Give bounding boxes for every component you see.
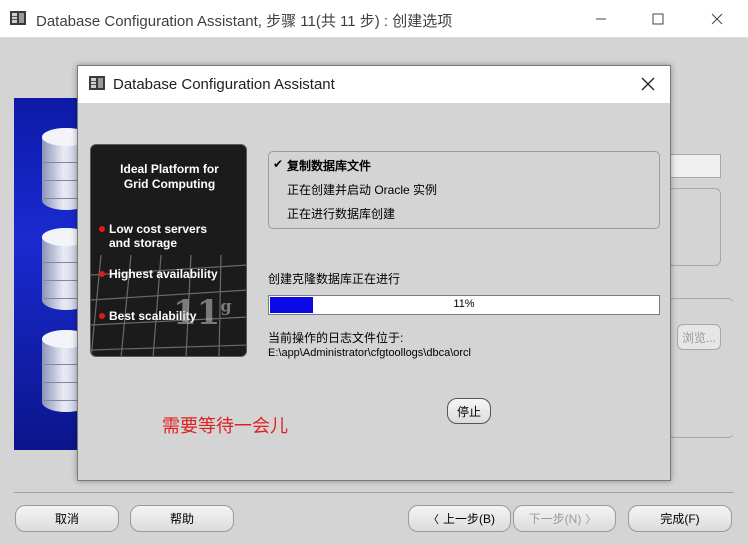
progress-label: 创建克隆数据库正在进行 [268,272,401,286]
database-cylinder-icon [42,330,80,412]
outer-window-title: Database Configuration Assistant, 步骤 11(… [36,13,453,30]
database-graphic [14,98,80,450]
log-file-label: 当前操作的日志文件位于: [268,331,404,345]
oracle-promo-panel: Ideal Platform for Grid Computing Low co… [90,144,247,357]
annotation-note: 需要等待一会儿 [162,416,288,436]
background-group-box [668,298,734,438]
red-bullet-icon [99,313,105,319]
step-copy-files: ✔ 复制数据库文件 [273,157,372,173]
dialog-title: Database Configuration Assistant [113,76,335,93]
dialog-close-icon[interactable] [634,72,662,96]
next-button-label: 下一步(N) [528,512,582,526]
step-create-database: 正在进行数据库创建 [287,207,396,221]
stop-button[interactable]: 停止 [447,398,491,424]
dialog-titlebar: Database Configuration Assistant [78,66,670,103]
back-button-label: 上一步(B) [443,512,495,526]
database-cylinder-icon [42,228,80,310]
steps-list: ✔ 复制数据库文件 正在创建并启动 Oracle 实例 正在进行数据库创建 [268,151,660,229]
close-icon[interactable] [694,0,740,38]
step-create-instance: 正在创建并启动 Oracle 实例 [287,183,438,197]
oracle-11g-logo: 11g [173,293,232,333]
next-button[interactable]: 下一步(N) 〉 [513,505,616,532]
bottom-separator [14,492,734,493]
chevron-right-icon: 〉 [585,513,597,526]
progress-percent: 11% [453,298,475,310]
help-button[interactable]: 帮助 [130,505,234,532]
back-button[interactable]: 〈 上一步(B) [408,505,511,532]
red-bullet-icon [99,271,105,277]
checkmark-icon: ✔ [273,157,284,171]
cancel-button[interactable]: 取消 [15,505,119,532]
promo-item-availability: Highest availability [99,267,218,281]
background-group-box [668,188,721,266]
outer-titlebar: Database Configuration Assistant, 步骤 11(… [0,0,748,38]
red-bullet-icon [99,226,105,232]
progress-dialog: Database Configuration Assistant Ideal P… [77,65,671,481]
maximize-icon[interactable] [635,0,681,38]
browse-button[interactable]: 浏览... [677,324,721,350]
background-field [668,154,721,178]
log-file-path: E:\app\Administrator\cfgtoollogs\dbca\or… [268,347,471,359]
dbca-app-icon [89,76,105,90]
database-cylinder-icon [42,128,80,210]
promo-title: Ideal Platform for Grid Computing [120,162,219,191]
promo-item-low-cost: Low cost servers and storage [99,222,207,250]
finish-button[interactable]: 完成(F) [628,505,732,532]
dbca-app-icon [10,11,26,25]
chevron-left-icon: 〈 [428,513,439,526]
minimize-icon[interactable] [578,0,624,38]
progress-bar: 11% [268,295,660,315]
